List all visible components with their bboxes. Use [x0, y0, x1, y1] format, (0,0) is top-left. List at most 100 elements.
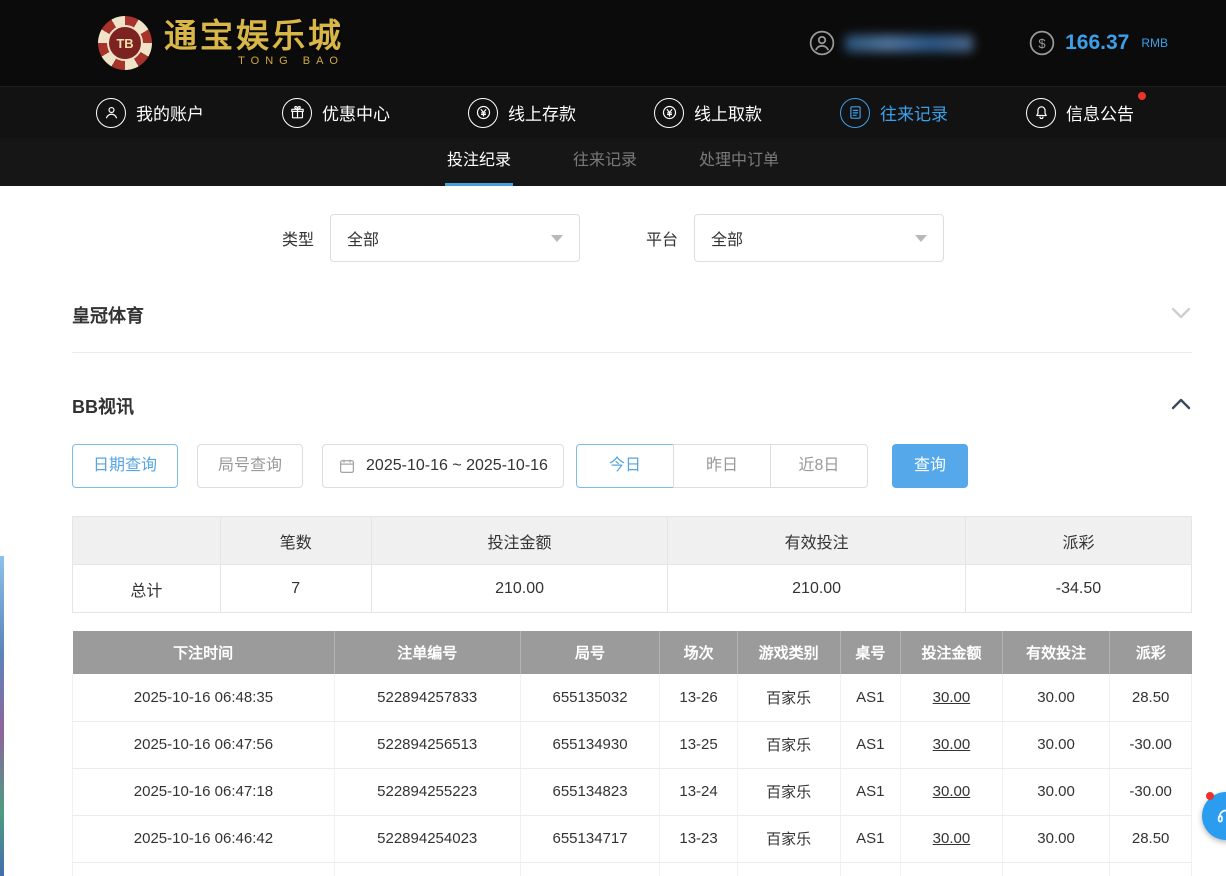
chevron-down-icon: [915, 235, 927, 242]
col-round-id: 局号: [520, 631, 660, 674]
balance-currency: RMB: [1141, 36, 1168, 50]
payout: 28.50: [1110, 815, 1192, 862]
balance[interactable]: $ 166.37 RMB: [1029, 30, 1168, 56]
bet-amount-link[interactable]: 30.00: [901, 815, 1003, 862]
section-title-bb-video: BB视讯: [72, 393, 134, 419]
bet-time: 2025-10-16 06:47:18: [73, 768, 335, 815]
bet-amount-link[interactable]: 30.00: [901, 768, 1003, 815]
search-button[interactable]: 查询: [892, 444, 968, 488]
table-row: 2025-10-16 06:46:42 522894254023 6551347…: [73, 815, 1192, 862]
section-title-crown-sports: 皇冠体育: [72, 302, 144, 328]
user-icon: [809, 30, 835, 56]
order-id: 522894255223: [334, 768, 520, 815]
bet-amount-link[interactable]: 30.00: [901, 674, 1003, 721]
brand-name-cn: 通宝娱乐城: [164, 19, 344, 52]
bet-time: 2025-10-16 06:46:10: [73, 862, 335, 876]
platform-select-value: 全部: [711, 226, 743, 250]
nav-label: 线上取款: [694, 100, 762, 125]
payout: -30.00: [1110, 721, 1192, 768]
deposit-coin-icon: [468, 98, 498, 128]
round-id: 655134627: [520, 862, 660, 876]
nav-label: 往来记录: [880, 100, 948, 125]
bet-time: 2025-10-16 06:48:35: [73, 674, 335, 721]
today-button[interactable]: 今日: [576, 444, 674, 488]
bet-time: 2025-10-16 06:47:56: [73, 721, 335, 768]
col-order-id: 注单编号: [334, 631, 520, 674]
withdraw-coin-icon: [654, 98, 684, 128]
col-bet-amount: 投注金额: [901, 631, 1003, 674]
nav-item-announcements[interactable]: 信息公告: [1026, 98, 1134, 128]
col-game-type: 游戏类别: [737, 631, 840, 674]
nav-label: 优惠中心: [322, 100, 390, 125]
summary-header-bet-amount: 投注金额: [371, 517, 668, 565]
table-no: AS1: [840, 815, 900, 862]
nav-item-withdraw[interactable]: 线上取款: [654, 98, 762, 128]
session: 13-22: [660, 862, 737, 876]
platform-select[interactable]: 全部: [694, 214, 944, 262]
col-valid-bet: 有效投注: [1002, 631, 1109, 674]
main-nav: 我的账户 优惠中心 线上存款 线上取款 往来记录 信息公告: [0, 86, 1226, 138]
order-id: 522894252899: [334, 862, 520, 876]
summary-header-count: 笔数: [220, 517, 371, 565]
nav-item-deposit[interactable]: 线上存款: [468, 98, 576, 128]
summary-count: 7: [220, 565, 371, 613]
bet-amount-link[interactable]: 30.00: [901, 862, 1003, 876]
summary-header-payout: 派彩: [965, 517, 1191, 565]
table-header-row: 下注时间 注单编号 局号 场次 游戏类别 桌号 投注金额 有效投注 派彩: [73, 631, 1192, 674]
yesterday-button[interactable]: 昨日: [673, 444, 771, 488]
bet-amount-link[interactable]: 30.00: [901, 721, 1003, 768]
platform-filter-label: 平台: [646, 226, 678, 250]
query-toolbar: 日期查询 局号查询 2025-10-16 ~ 2025-10-16 今日 昨日 …: [72, 444, 1192, 488]
game-type: 百家乐: [737, 721, 840, 768]
valid-bet: 30.00: [1002, 815, 1109, 862]
payout: -30.00: [1110, 768, 1192, 815]
tab-pending-orders[interactable]: 处理中订单: [697, 138, 781, 186]
svg-text:$: $: [1038, 36, 1046, 51]
round-query-button[interactable]: 局号查询: [197, 444, 303, 488]
collapse-chevron-up-icon[interactable]: [1170, 397, 1192, 416]
summary-table: 笔数 投注金额 有效投注 派彩 总计 7 210.00 210.00 -34.5…: [72, 516, 1192, 613]
col-payout: 派彩: [1110, 631, 1192, 674]
game-type: 百家乐: [737, 768, 840, 815]
background-image-sliver: [0, 556, 4, 876]
date-query-button[interactable]: 日期查询: [72, 444, 178, 488]
section-divider: [72, 352, 1192, 353]
game-type: 百家乐: [737, 674, 840, 721]
brand-logo[interactable]: TB 通宝娱乐城 TONG BAO: [98, 16, 344, 70]
nav-item-my-account[interactable]: 我的账户: [96, 98, 204, 128]
tab-betting-records[interactable]: 投注纪录: [445, 138, 513, 186]
collapse-chevron-down-icon[interactable]: [1170, 306, 1192, 325]
type-select[interactable]: 全部: [330, 214, 580, 262]
order-id: 522894256513: [334, 721, 520, 768]
nav-item-promotions[interactable]: 优惠中心: [282, 98, 390, 128]
tab-transaction-records[interactable]: 往来记录: [571, 138, 639, 186]
betting-records-table: 下注时间 注单编号 局号 场次 游戏类别 桌号 投注金额 有效投注 派彩 202…: [72, 631, 1192, 876]
table-no: AS1: [840, 768, 900, 815]
game-type: 百家乐: [737, 815, 840, 862]
table-no: AS1: [840, 862, 900, 876]
payout: 28.50: [1110, 674, 1192, 721]
nav-item-transaction-records[interactable]: 往来记录: [840, 98, 948, 128]
payout: -30.00: [1110, 862, 1192, 876]
session: 13-24: [660, 768, 737, 815]
valid-bet: 30.00: [1002, 768, 1109, 815]
round-id: 655134717: [520, 815, 660, 862]
summary-bet-amount: 210.00: [371, 565, 668, 613]
round-id: 655134823: [520, 768, 660, 815]
section-crown-sports: 皇冠体育: [72, 302, 1192, 328]
valid-bet: 30.00: [1002, 674, 1109, 721]
section-bb-video: BB视讯: [72, 393, 1192, 419]
session: 13-25: [660, 721, 737, 768]
bell-icon: [1026, 98, 1056, 128]
top-header: TB 通宝娱乐城 TONG BAO $ 166.37: [0, 0, 1226, 86]
type-filter-label: 类型: [282, 226, 314, 250]
date-range-input[interactable]: 2025-10-16 ~ 2025-10-16: [322, 444, 564, 488]
nav-label: 信息公告: [1066, 100, 1134, 125]
record-tabs: 投注纪录 往来记录 处理中订单: [0, 138, 1226, 186]
nav-label: 线上存款: [508, 100, 576, 125]
col-session: 场次: [660, 631, 737, 674]
records-icon: [840, 98, 870, 128]
last-8-days-button[interactable]: 近8日: [770, 444, 868, 488]
calendar-icon: [338, 457, 356, 475]
account-summary[interactable]: [809, 30, 973, 56]
